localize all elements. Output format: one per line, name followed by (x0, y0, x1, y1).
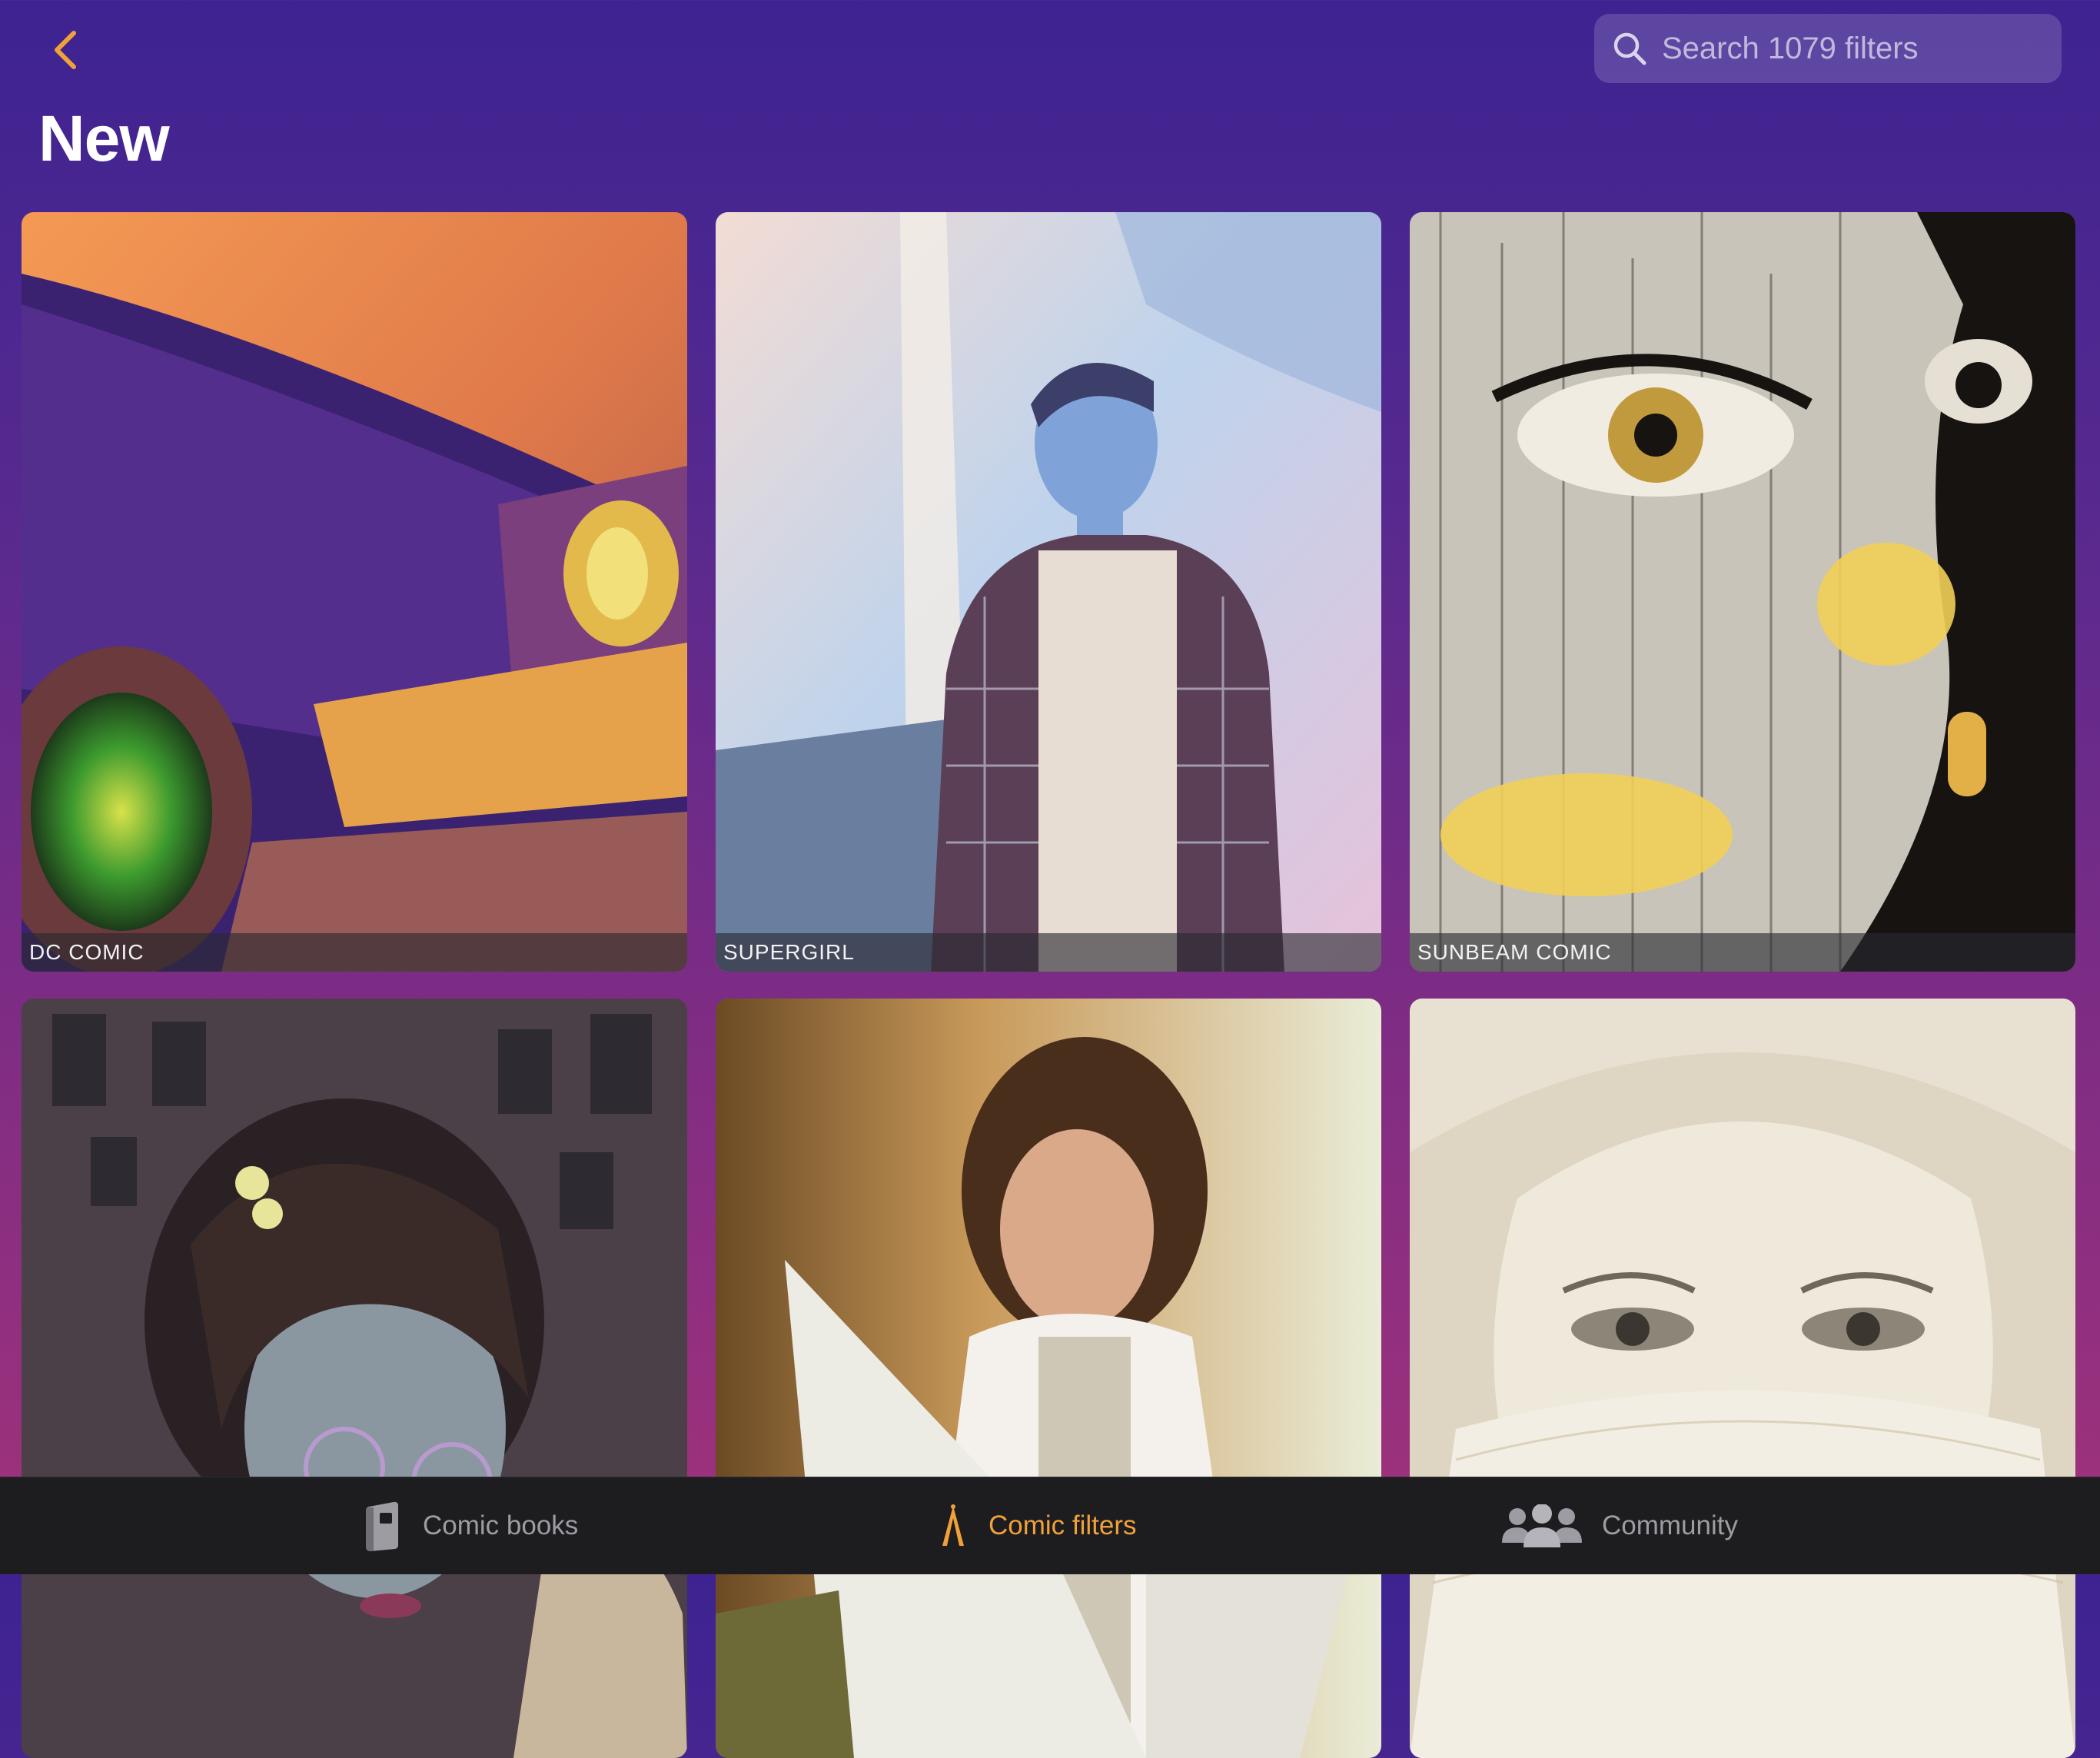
filter-card[interactable] (22, 999, 687, 1758)
tab-bar: Comic books Comic filters Community (0, 1477, 2100, 1574)
tab-comic-books[interactable]: Comic books (363, 1477, 578, 1574)
filter-card[interactable] (1410, 999, 2075, 1758)
tab-community[interactable]: Community (1500, 1477, 1738, 1574)
filter-preview-image (716, 212, 1381, 972)
filter-label: DC COMIC (22, 933, 687, 972)
filter-preview-image (716, 999, 1381, 1758)
filter-label: SUPERGIRL (716, 933, 1381, 972)
filter-label: SUNBEAM COMIC (1410, 933, 2075, 972)
page-title: New (38, 102, 170, 174)
back-button[interactable] (38, 23, 92, 77)
filter-card[interactable] (716, 999, 1381, 1758)
search-icon (1611, 30, 1648, 67)
filter-preview-image (1410, 212, 2075, 972)
pen-nib-icon (936, 1503, 970, 1549)
filter-preview-image (22, 999, 687, 1758)
filter-preview-image (22, 212, 687, 972)
filter-preview-image (1410, 999, 2075, 1758)
book-icon (363, 1500, 404, 1551)
tab-label: Community (1602, 1510, 1738, 1540)
tab-label: Comic filters (989, 1510, 1137, 1540)
chevron-left-icon (55, 31, 76, 69)
filter-card-supergirl[interactable]: SUPERGIRL (716, 212, 1381, 972)
search-field[interactable] (1594, 14, 2062, 83)
tab-label: Comic books (423, 1510, 579, 1540)
tab-comic-filters[interactable]: Comic filters (936, 1477, 1137, 1574)
filter-card-dc-comic[interactable]: DC COMIC (22, 212, 687, 972)
search-input[interactable] (1660, 30, 2062, 67)
filter-card-sunbeam-comic[interactable]: SUNBEAM COMIC (1410, 212, 2075, 972)
people-icon (1500, 1504, 1583, 1547)
